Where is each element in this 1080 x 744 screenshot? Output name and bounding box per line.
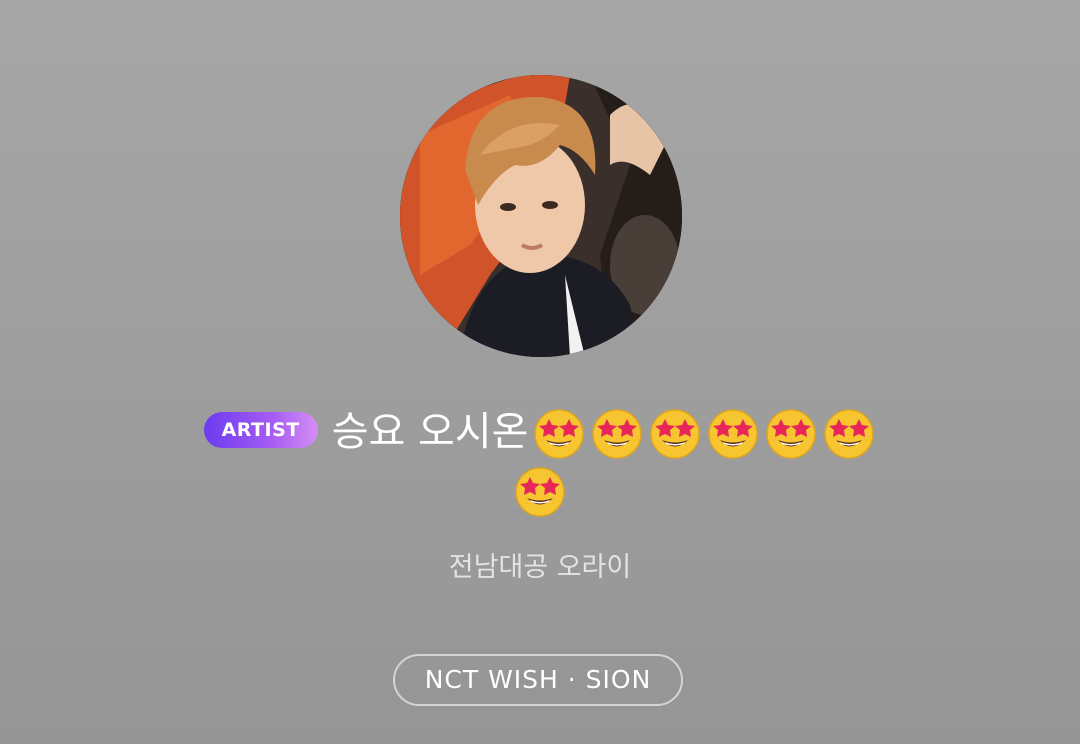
name-line-wrap xyxy=(0,460,1080,520)
star-struck-emoji-icon xyxy=(532,407,586,461)
star-struck-emoji-icon xyxy=(590,407,644,461)
profile-avatar[interactable] xyxy=(400,75,682,357)
artist-badge: ARTIST xyxy=(203,412,318,448)
star-struck-emoji-icon xyxy=(513,465,567,519)
star-struck-emoji-icon xyxy=(822,407,876,461)
group-chip-button[interactable]: NCT WISH · SION xyxy=(393,654,683,706)
profile-title: ARTIST 승요 오시온 xyxy=(0,402,1080,520)
profile-subtitle: 전남대공 오라이 xyxy=(448,552,632,583)
star-struck-emoji-icon xyxy=(706,407,760,461)
avatar-photo xyxy=(400,75,682,357)
star-struck-emoji-icon xyxy=(648,407,702,461)
profile-name-text: 승요 오시온 xyxy=(331,409,529,455)
star-struck-emoji-icon xyxy=(764,407,818,461)
profile-name: 승요 오시온 xyxy=(332,402,877,462)
name-line: ARTIST 승요 오시온 xyxy=(203,402,877,462)
